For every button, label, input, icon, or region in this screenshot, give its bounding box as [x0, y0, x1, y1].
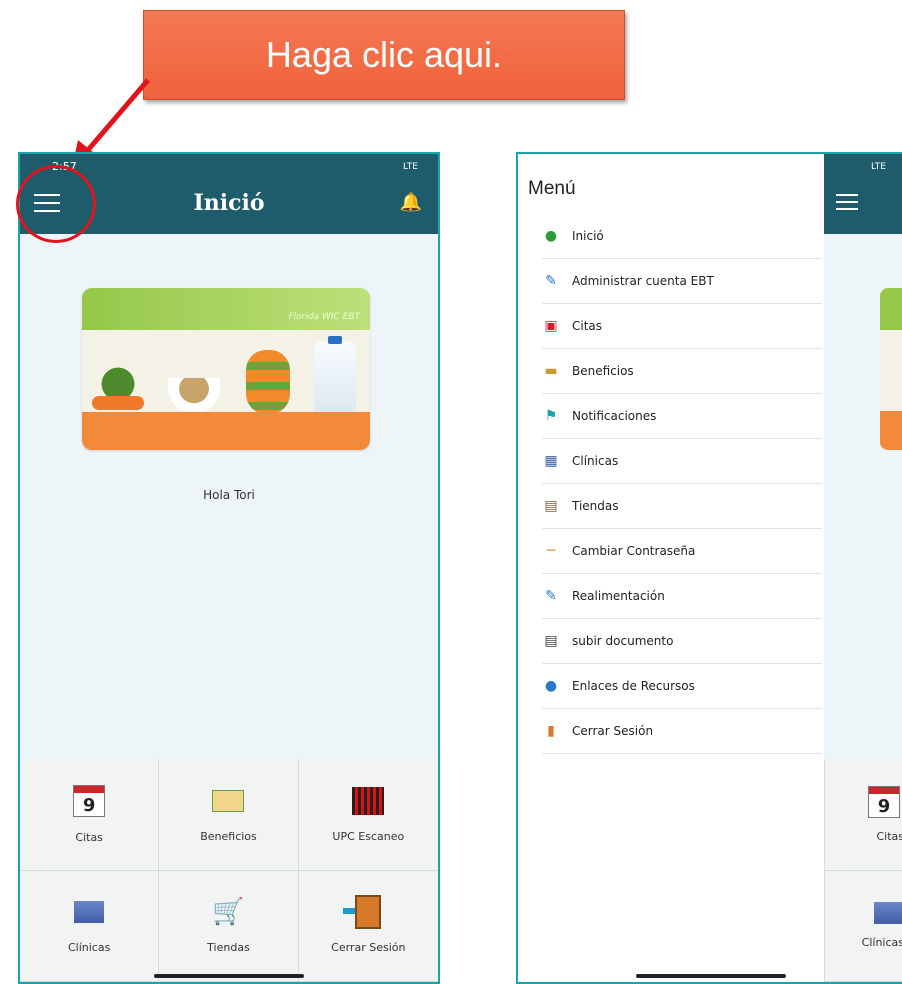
banner-brand: Florida WIC EBT — [288, 312, 360, 322]
edit-icon: ✎ — [545, 588, 557, 604]
tile-tiendas[interactable]: 🛒 Tiendas — [159, 870, 299, 982]
tile-upc-escaneo[interactable]: UPC Escaneo — [298, 759, 438, 871]
status-network: LTE — [871, 162, 886, 172]
edit-icon: ✎ — [545, 273, 557, 289]
calendar-icon: 9 — [73, 784, 106, 817]
menu-item-cerrar-sesion[interactable]: ▮ Cerrar Sesión — [542, 709, 822, 754]
menu-item-cambiar-contrasena[interactable]: ─ Cambiar Contraseña — [542, 529, 822, 574]
tile-beneficios[interactable]: Beneficios — [159, 759, 299, 871]
globe-icon: ● — [544, 678, 558, 694]
hamburger-menu-icon[interactable] — [836, 194, 858, 210]
bell-icon[interactable]: 🔔 — [400, 192, 422, 213]
tile-label: Tiendas — [207, 941, 250, 955]
greeting-text: Hola Tori — [203, 488, 255, 502]
carrot-image — [92, 396, 144, 410]
tile-citas[interactable]: 9 Citas — [825, 759, 902, 871]
tile-clinicas[interactable]: Clínicas — [825, 870, 902, 982]
tile-label: UPC Escaneo — [332, 829, 405, 843]
highlight-circle — [16, 165, 96, 243]
menu-list: ● Inició ✎ Administrar cuenta EBT ▣ Citas ▬… — [542, 214, 822, 754]
menu-item-citas[interactable]: ▣ Citas — [542, 304, 822, 349]
menu-item-inicio[interactable]: ● Inició — [542, 214, 822, 259]
menu-item-clinicas[interactable]: ▦ Clínicas — [542, 439, 822, 484]
tile-label: Beneficios — [200, 829, 257, 843]
benefits-icon: ▬ — [544, 363, 558, 379]
tile-cerrar-sesion[interactable]: Cerrar Sesión — [298, 871, 438, 982]
bell-icon: ⚑ — [544, 408, 558, 424]
menu-item-beneficios[interactable]: ▬ Beneficios — [542, 349, 822, 394]
tile-label: Clínicas — [861, 936, 902, 949]
logout-door-icon: ▮ — [547, 723, 555, 739]
menu-title: Menú — [528, 178, 576, 199]
menu-item-administrar-cuenta[interactable]: ✎ Administrar cuenta EBT — [542, 259, 822, 304]
clinic-icon — [874, 902, 902, 924]
shopping-cart-icon: 🛒 — [212, 897, 245, 928]
document-upload-icon: ▤ — [544, 633, 558, 649]
menu-item-subir-documento[interactable]: ▤ subir documento — [542, 619, 822, 664]
shopping-cart-icon: ▤ — [544, 498, 558, 514]
menu-screen-phone: LTE 9 Citas Clínicas Menú ● Inició ✎ Admin… — [516, 152, 902, 984]
tile-label: Cerrar Sesión — [331, 941, 406, 955]
tile-label: Clínicas — [67, 941, 111, 955]
shortcut-grid: 9 Citas Beneficios UPC Escaneo Clínicas … — [20, 759, 438, 982]
fruit-stack-image — [246, 350, 290, 414]
tile-citas[interactable]: 9 Citas — [20, 759, 160, 871]
shortcut-grid: 9 Citas Clínicas — [824, 759, 902, 982]
calendar-icon: 9 — [868, 786, 900, 818]
status-network: LTE — [403, 162, 418, 172]
home-screen-phone: 2:57 LTE Inició 🔔 Florida WIC EBT Hola T… — [18, 152, 440, 984]
menu-item-notificaciones[interactable]: ⚑ Notificaciones — [542, 394, 822, 439]
map-pin-icon: ● — [544, 228, 558, 244]
clinic-icon: ▦ — [544, 453, 558, 469]
menu-item-enlaces-recursos[interactable]: ● Enlaces de Recursos — [542, 664, 822, 709]
menu-item-realimentacion[interactable]: ✎ Realimentación — [542, 574, 822, 619]
calendar-icon: ▣ — [544, 318, 558, 334]
home-indicator — [154, 974, 304, 978]
home-indicator — [636, 974, 786, 978]
menu-item-tiendas[interactable]: ▤ Tiendas — [542, 484, 822, 529]
wic-banner-image — [880, 288, 902, 450]
tile-clinicas[interactable]: Clínicas — [20, 870, 160, 982]
tile-label: Citas — [75, 830, 103, 844]
barcode-scan-icon — [352, 786, 385, 816]
milk-jug-image — [314, 342, 356, 414]
side-menu-drawer: Menú ● Inició ✎ Administrar cuenta EBT ▣ Ci… — [518, 154, 824, 982]
tile-label: Citas — [876, 830, 902, 843]
key-icon: ─ — [546, 543, 556, 559]
wic-banner-image: Florida WIC EBT — [82, 288, 370, 450]
logout-door-icon — [343, 895, 384, 930]
clinic-icon — [73, 897, 105, 927]
benefits-icon — [212, 786, 245, 816]
